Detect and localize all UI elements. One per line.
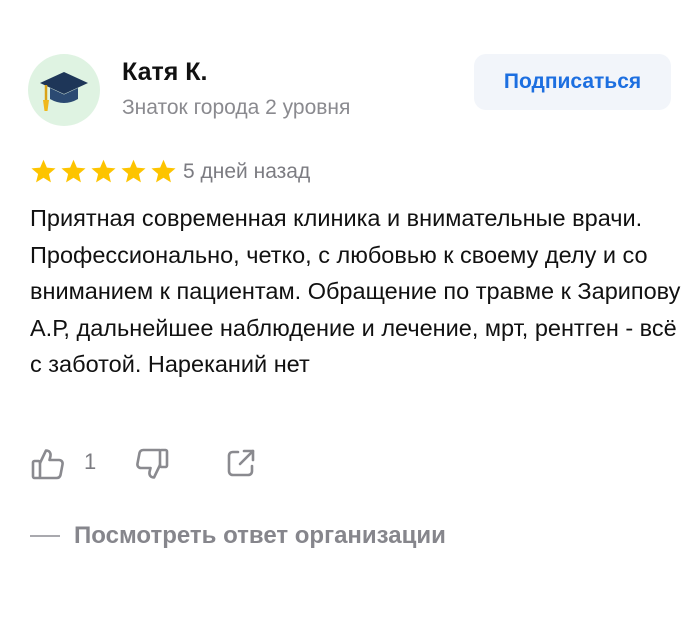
- avatar[interactable]: [28, 54, 100, 126]
- rating-stars: [30, 158, 177, 185]
- review-date: 5 дней назад: [183, 160, 311, 183]
- share-icon: [227, 449, 255, 477]
- like-count: 1: [84, 449, 97, 474]
- star-icon: [151, 159, 176, 183]
- divider-dash: [30, 535, 60, 537]
- star-icon: [121, 159, 146, 183]
- graduation-cap-icon: [40, 72, 88, 111]
- share-button[interactable]: [224, 446, 258, 485]
- author-level: Знаток города 2 уровня: [122, 96, 351, 119]
- star-icon: [31, 159, 56, 183]
- like-button[interactable]: [30, 446, 66, 487]
- subscribe-button[interactable]: Подписаться: [474, 54, 671, 110]
- review-text: Приятная современная клиника и вниматель…: [30, 205, 681, 377]
- star-icon: [91, 159, 116, 183]
- thumbs-down-icon: [136, 448, 169, 479]
- dislike-button[interactable]: [134, 446, 170, 487]
- thumbs-up-icon: [31, 449, 64, 480]
- star-icon: [61, 159, 86, 183]
- reply-link-label: Посмотреть ответ организации: [74, 522, 446, 549]
- view-organization-reply-link[interactable]: Посмотреть ответ организации: [30, 522, 446, 550]
- author-name[interactable]: Катя К.: [122, 58, 207, 87]
